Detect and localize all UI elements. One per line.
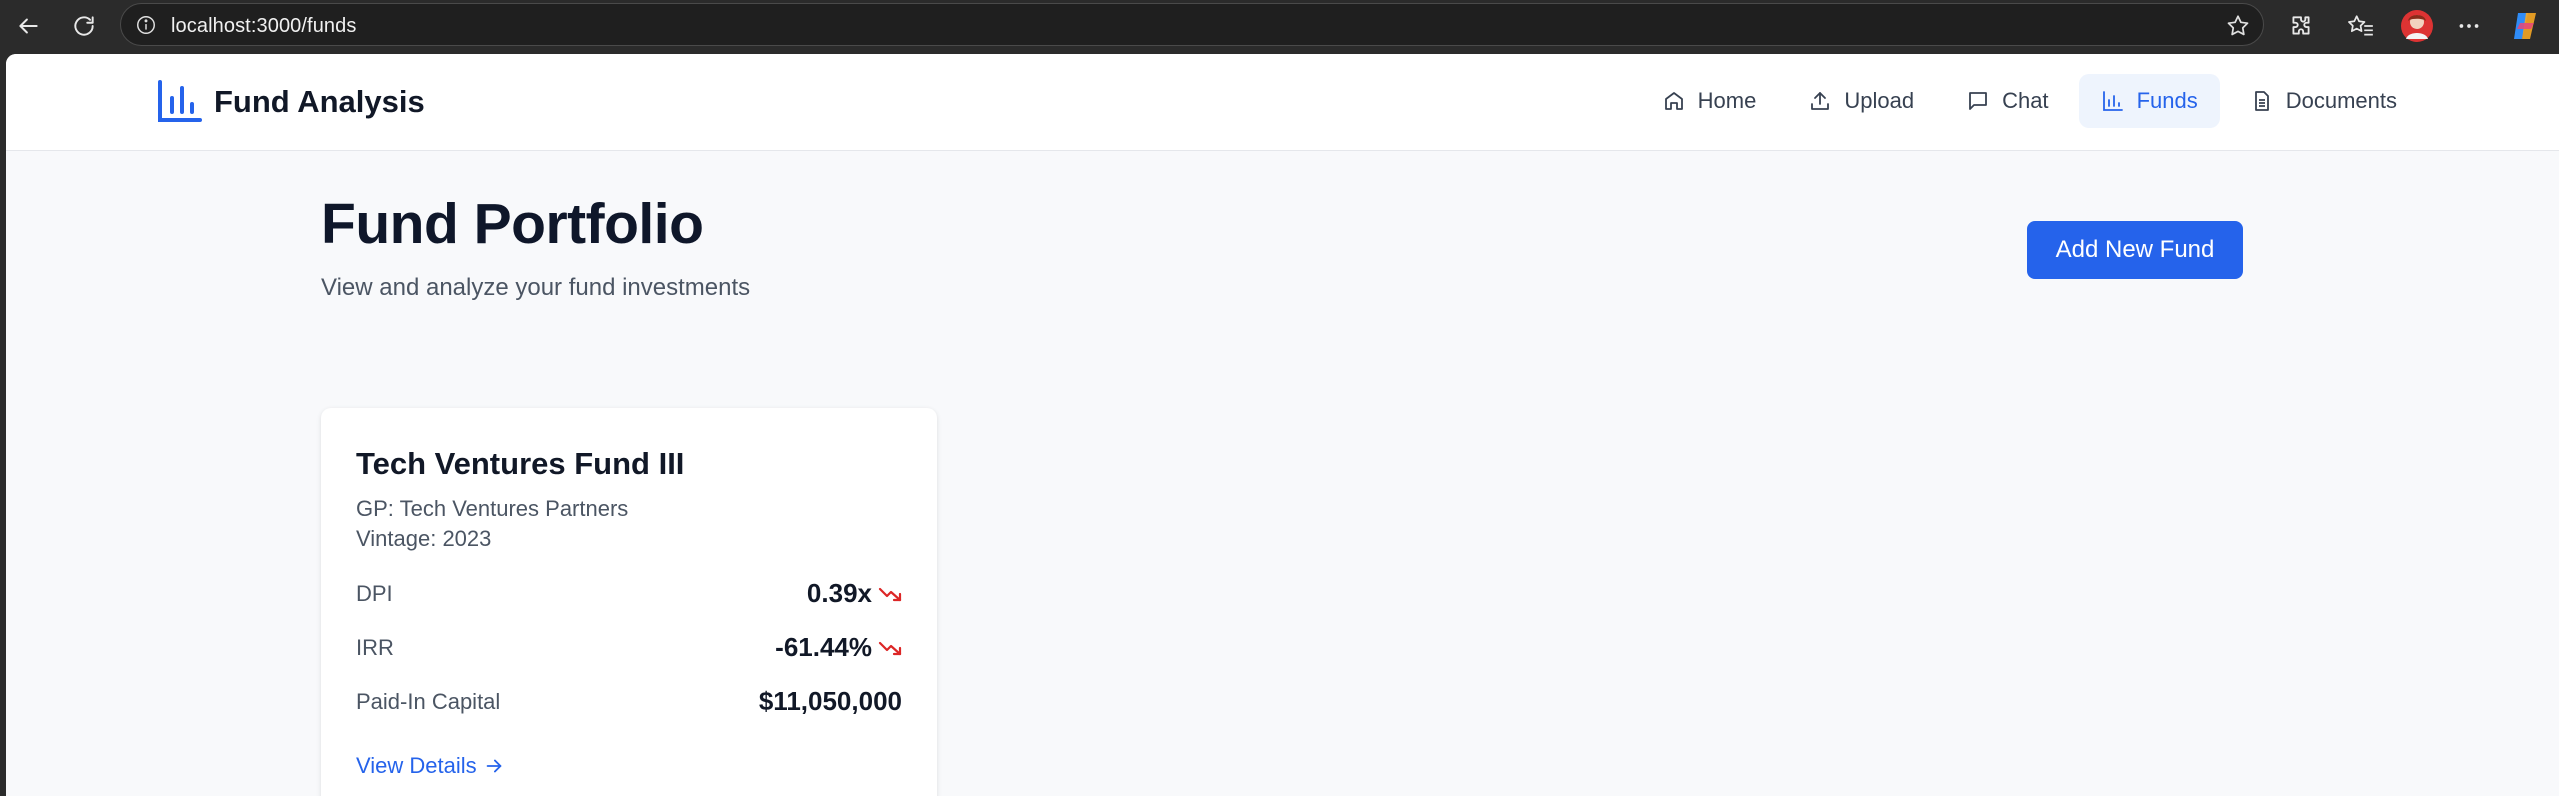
more-icon[interactable] (2451, 8, 2487, 44)
nav-item-home[interactable]: Home (1640, 74, 1779, 128)
metric-row-dpi: DPI 0.39x (356, 578, 902, 609)
fund-vintage: Vintage: 2023 (356, 526, 492, 551)
info-icon[interactable] (135, 14, 157, 36)
profile-avatar[interactable] (2399, 8, 2435, 44)
nav-item-upload[interactable]: Upload (1786, 74, 1936, 128)
metric-value-text: 0.39x (806, 578, 872, 608)
metric-value-text: $11,050,000 (758, 686, 902, 716)
arrow-right-icon (486, 759, 501, 773)
address-bar[interactable]: localhost:3000/funds (120, 3, 2264, 46)
metric-value: 0.39x (807, 578, 902, 609)
home-icon (1664, 92, 1683, 110)
main-nav: Home Upload Chat Funds Documents (1640, 74, 2419, 128)
metric-row-paid-in-capital: Paid-In Capital $11,050,000 (356, 686, 902, 717)
metric-value: -61.44% (775, 632, 902, 663)
copilot-icon[interactable] (2507, 8, 2543, 44)
back-icon[interactable] (10, 8, 46, 44)
star-icon[interactable] (2225, 13, 2251, 39)
view-details-link[interactable]: View Details (356, 753, 505, 779)
metric-row-irr: IRR -61.44% (356, 632, 902, 663)
page-viewport: Fund Analysis Home Upload Chat Funds Doc… (6, 54, 2559, 796)
reload-icon[interactable] (66, 8, 102, 44)
brand[interactable]: Fund Analysis (156, 80, 425, 124)
trending-down-icon (878, 587, 902, 601)
metric-label: IRR (356, 634, 394, 660)
favorites-icon[interactable] (2343, 8, 2379, 44)
fund-card[interactable]: Tech Ventures Fund III GP: Tech Ventures… (321, 408, 937, 796)
bar-chart-icon (2102, 91, 2123, 111)
nav-item-funds[interactable]: Funds (2078, 74, 2220, 128)
page-title: Fund Portfolio (321, 192, 704, 256)
browser-toolbar: localhost:3000/funds (0, 0, 2559, 52)
add-new-fund-button[interactable]: Add New Fund (2027, 221, 2243, 279)
upload-icon (1811, 92, 1830, 110)
top-navbar: Fund Analysis Home Upload Chat Funds Doc… (6, 54, 2559, 151)
nav-label-documents: Documents (2285, 88, 2397, 113)
document-icon (2254, 91, 2269, 111)
metric-label: DPI (356, 580, 393, 606)
nav-item-chat[interactable]: Chat (1944, 74, 2070, 128)
trending-down-icon (878, 641, 902, 655)
nav-label-upload: Upload (1844, 88, 1915, 113)
page-subtitle: View and analyze your fund investments (321, 274, 751, 301)
url-text[interactable]: localhost:3000/funds (171, 15, 356, 38)
fund-gp: GP: Tech Ventures Partners (356, 496, 629, 521)
view-details-label: View Details (356, 753, 477, 778)
metric-label: Paid-In Capital (356, 688, 501, 714)
nav-item-documents[interactable]: Documents (2228, 74, 2419, 128)
metric-value: $11,050,000 (759, 686, 902, 717)
nav-label-funds: Funds (2136, 88, 2198, 113)
chat-icon (1969, 92, 1987, 110)
bar-chart-logo-icon (158, 80, 202, 122)
nav-label-home: Home (1697, 88, 1757, 113)
fund-name: Tech Ventures Fund III (356, 446, 685, 481)
app-title: Fund Analysis (214, 84, 425, 119)
extensions-icon[interactable] (2283, 8, 2319, 44)
nav-label-chat: Chat (2002, 88, 2049, 113)
metric-value-text: -61.44% (775, 632, 872, 662)
